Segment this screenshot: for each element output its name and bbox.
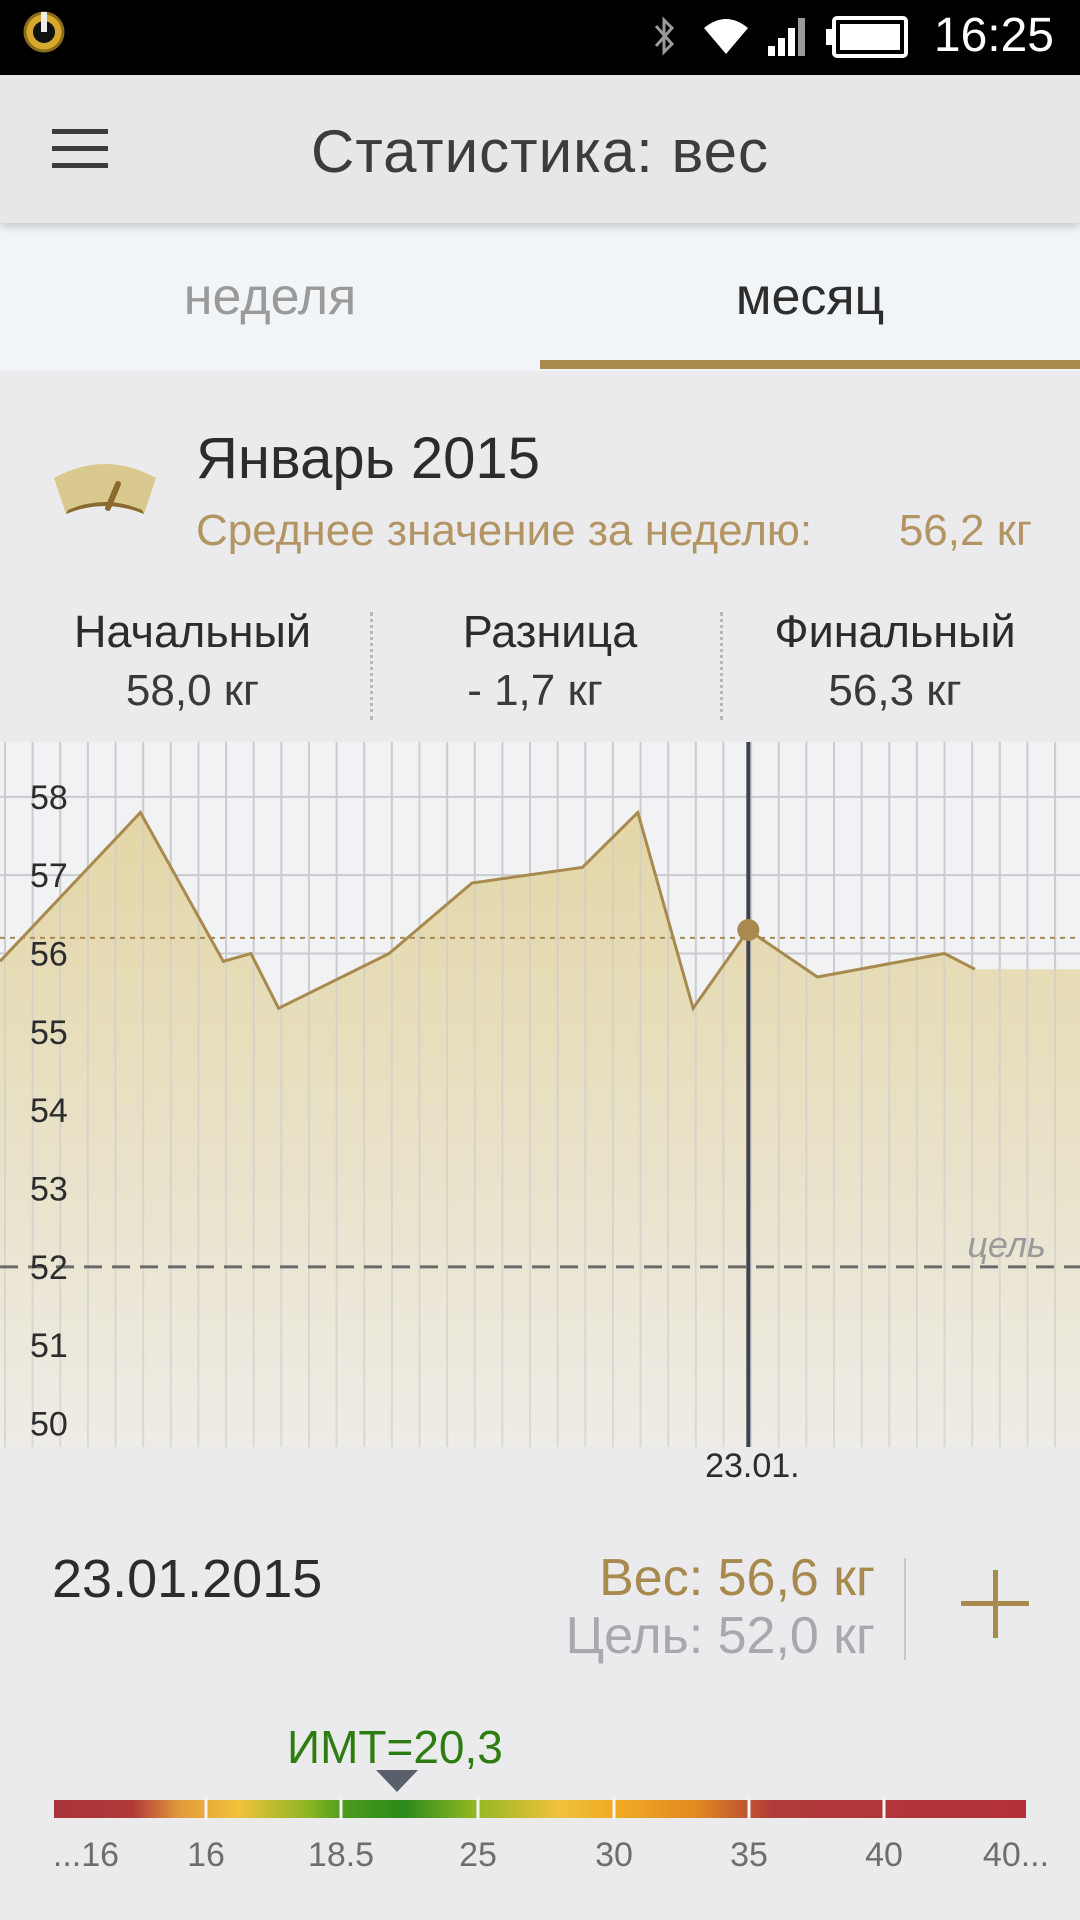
status-bar: 16:25 (0, 0, 1080, 75)
final-label: Финальный (774, 606, 1016, 657)
bmi-tick-label: 40 (865, 1836, 903, 1874)
plus-icon (961, 1601, 1029, 1606)
row-divider (904, 1558, 906, 1660)
bmi-tick-label: 25 (459, 1836, 497, 1874)
goal-label: цель (967, 1224, 1046, 1265)
average-label: Среднее значение за неделю: (196, 506, 813, 555)
add-entry-button[interactable] (952, 1560, 1038, 1646)
status-time: 16:25 (933, 9, 1054, 62)
tab-indicator (540, 360, 1080, 369)
start-value: 58,0 кг (125, 666, 260, 715)
y-tick-label: 50 (30, 1406, 68, 1444)
diff-label: Разница (462, 606, 638, 657)
tab-week[interactable]: неделя (0, 223, 540, 371)
tab-bar: неделя месяц (0, 223, 1080, 371)
selected-date: 23.01.2015 (52, 1549, 323, 1609)
y-axis-ticks: 58 57 56 55 54 53 52 51 50 (30, 779, 68, 1444)
selected-date-label: 23.01. (705, 1447, 800, 1482)
app-bar: Статистика: вес (0, 75, 1080, 223)
bluetooth-icon (654, 16, 675, 56)
bmi-tick-label: 35 (730, 1836, 768, 1874)
wifi-icon (704, 19, 748, 54)
average-value: 56,2 кг (898, 506, 1032, 555)
y-tick-label: 55 (30, 1014, 68, 1052)
y-tick-label: 56 (30, 936, 68, 974)
bmi-scale: ...16 16 18.5 25 30 35 40 40... (53, 1770, 1049, 1874)
signal-icon (768, 18, 805, 56)
diff-value: - 1,7 кг (467, 666, 603, 715)
y-tick-label: 52 (30, 1249, 68, 1287)
battery-icon (826, 16, 908, 58)
y-tick-label: 53 (30, 1171, 68, 1209)
weight-chart[interactable]: цель 58 57 56 55 54 53 52 51 50 23.01. (0, 742, 1080, 1482)
tab-month[interactable]: месяц (540, 223, 1080, 371)
y-tick-label: 51 (30, 1327, 68, 1365)
bmi-label: ИМТ=20,3 (287, 1721, 503, 1773)
page-title: Статистика: вес (310, 118, 770, 185)
month-title: Январь 2015 (196, 426, 540, 491)
final-value: 56,3 кг (828, 666, 962, 715)
bmi-tick-label: ...16 (53, 1836, 119, 1874)
y-tick-label: 58 (30, 779, 68, 817)
bmi-marker (376, 1770, 418, 1792)
bmi-tick-label: 30 (595, 1836, 633, 1874)
app-logo-icon (23, 11, 65, 53)
stats-divider (370, 612, 373, 720)
bmi-bar (54, 1800, 1026, 1818)
y-tick-label: 57 (30, 857, 68, 895)
goal-value: Цель: 52,0 кг (565, 1607, 875, 1665)
scale-icon (54, 464, 156, 514)
weight-value: Вес: 56,6 кг (599, 1549, 875, 1607)
stats-divider (720, 612, 723, 720)
start-label: Начальный (73, 606, 312, 657)
y-tick-label: 54 (30, 1092, 68, 1130)
bmi-tick-label: 16 (187, 1836, 225, 1874)
bmi-tick-label: 18.5 (308, 1836, 374, 1874)
selected-point[interactable] (737, 919, 760, 941)
bmi-tick-label: 40... (983, 1836, 1049, 1874)
